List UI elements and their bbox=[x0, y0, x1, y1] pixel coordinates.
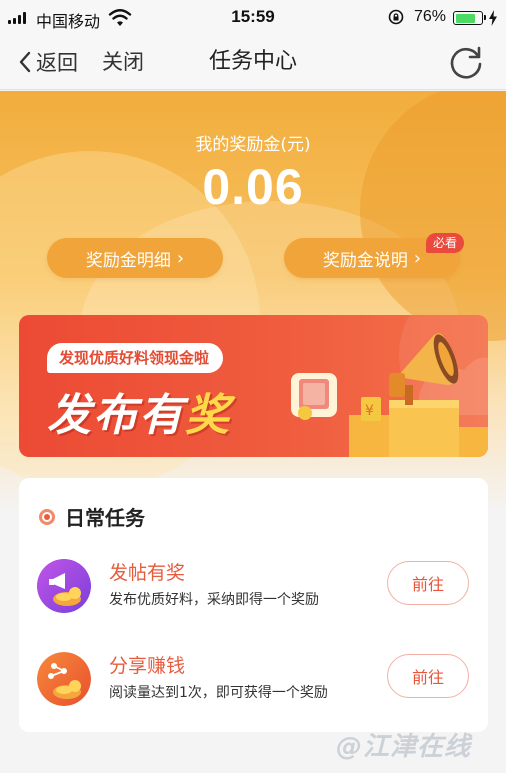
banner-title: 发布有奖 bbox=[47, 379, 231, 443]
daily-tasks-card: 日常任务 发帖有奖 发布优质好料，采纳即得一个奖励 前往 分享赚钱 阅读量达到1… bbox=[19, 478, 488, 732]
banner-title-main: 发布有 bbox=[47, 390, 185, 441]
task-description: 阅读量达到1次，即可获得一个奖励 bbox=[109, 685, 328, 701]
page-title: 任务中心 bbox=[208, 49, 297, 74]
task-title: 发帖有奖 bbox=[109, 562, 186, 584]
task-row: 发帖有奖 发布优质好料，采纳即得一个奖励 前往 bbox=[37, 555, 477, 615]
charging-bolt-icon bbox=[489, 10, 497, 26]
task-description: 发布优质好料，采纳即得一个奖励 bbox=[109, 592, 319, 608]
status-bar: 中国移动 15:59 76% bbox=[0, 0, 506, 36]
cash-envelope-icon bbox=[291, 373, 337, 420]
post-reward-banner[interactable]: 发现优质好料领现金啦 发布有奖 ¥ bbox=[19, 315, 488, 457]
navigation-bar: 返回 关闭 任务中心 bbox=[0, 36, 506, 90]
battery-icon bbox=[453, 11, 486, 25]
coin-icon: ¥ bbox=[361, 397, 381, 421]
rotation-lock-icon bbox=[388, 9, 404, 25]
task-title: 分享赚钱 bbox=[109, 655, 186, 677]
watermark: @江津在线 bbox=[336, 732, 472, 762]
go-button[interactable]: 前往 bbox=[387, 654, 469, 698]
reward-detail-label: 奖励金明细 bbox=[85, 250, 171, 271]
daily-tasks-heading: 日常任务 bbox=[39, 502, 145, 531]
banner-tag: 发现优质好料领现金啦 bbox=[47, 343, 224, 373]
balance-value: 0.06 bbox=[202, 159, 304, 215]
post-reward-icon bbox=[37, 559, 91, 613]
bullet-icon bbox=[39, 508, 55, 525]
balance-label: 我的奖励金(元) bbox=[195, 135, 311, 155]
chevron-right-icon: › bbox=[413, 247, 422, 269]
task-row: 分享赚钱 阅读量达到1次，即可获得一个奖励 前往 bbox=[37, 648, 477, 708]
go-button[interactable]: 前往 bbox=[387, 561, 469, 605]
daily-tasks-title: 日常任务 bbox=[65, 506, 145, 530]
must-read-badge: 必看 bbox=[426, 233, 465, 253]
reward-detail-button[interactable]: 奖励金明细 › bbox=[47, 238, 223, 278]
share-reward-icon bbox=[37, 652, 91, 706]
svg-text:¥: ¥ bbox=[365, 403, 374, 419]
chevron-right-icon: › bbox=[176, 247, 185, 269]
refresh-icon[interactable] bbox=[446, 42, 486, 82]
banner-title-highlight: 奖 bbox=[185, 390, 231, 441]
banner-illustration: ¥ bbox=[291, 333, 488, 457]
battery-percent: 76% bbox=[414, 8, 447, 25]
reward-explain-label: 奖励金说明 bbox=[322, 250, 408, 271]
